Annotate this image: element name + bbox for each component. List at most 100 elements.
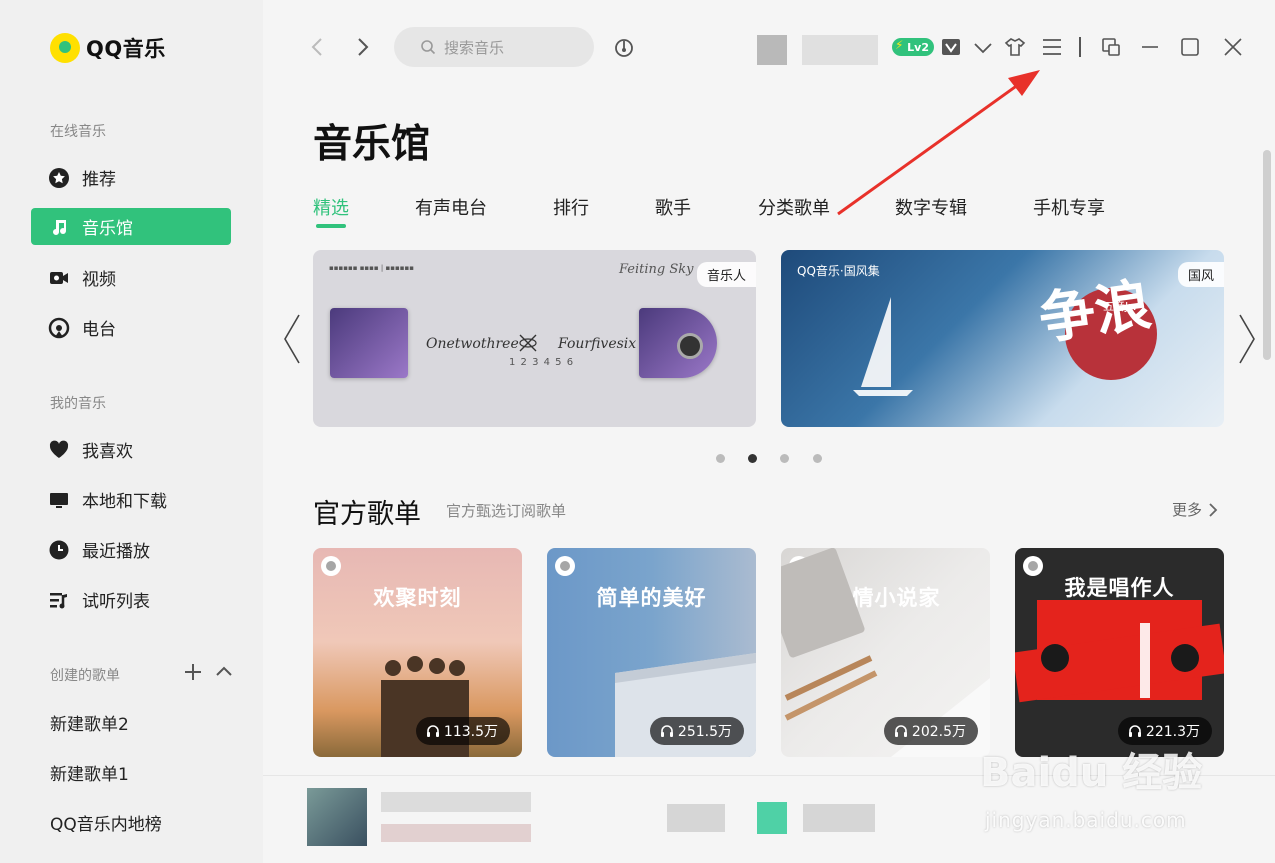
chevron-down-icon[interactable] xyxy=(972,36,994,58)
carousel-dot-active[interactable] xyxy=(748,454,757,463)
banner-tag: 国风 xyxy=(1177,262,1224,287)
tab-featured[interactable]: 精选 xyxy=(313,194,349,220)
more-link[interactable]: 更多 xyxy=(1172,499,1218,520)
minimize-icon[interactable] xyxy=(1139,36,1161,58)
baidu-watermark-url: jingyan.baidu.com xyxy=(985,808,1187,832)
qq-music-badge-icon xyxy=(321,556,341,576)
carousel-prev-icon[interactable] xyxy=(281,313,303,365)
radio-icon xyxy=(48,317,70,339)
banner-tag: 音乐人 xyxy=(696,262,756,287)
mini-mode-icon[interactable] xyxy=(1100,36,1122,58)
headphones-icon xyxy=(894,725,907,737)
skin-tshirt-icon[interactable] xyxy=(1004,36,1026,58)
headphones-icon xyxy=(1128,725,1141,737)
heart-icon xyxy=(48,439,70,461)
play-count: 251.5万 xyxy=(677,724,732,740)
back-arrow-icon[interactable] xyxy=(307,36,329,58)
banner-musician[interactable]: ▪▪▪▪▪▪ ▪▪▪▪ | ▪▪▪▪▪▪ Feiting Sky 音乐人 One… xyxy=(313,250,756,427)
qq-music-badge-icon xyxy=(555,556,575,576)
album-cover-image xyxy=(330,308,408,378)
search-input[interactable]: 搜索音乐 xyxy=(394,27,594,67)
clock-icon xyxy=(48,539,70,561)
maximize-icon[interactable] xyxy=(1179,36,1201,58)
search-icon xyxy=(421,40,436,55)
now-playing-title-blurred[interactable] xyxy=(381,792,531,812)
sidebar-item-video[interactable]: 视频 xyxy=(31,259,231,296)
toolbar-separator xyxy=(1079,37,1081,57)
sailboat-image xyxy=(853,297,913,396)
banner-guofeng[interactable]: QQ音乐·国风集 国风 五音Jw 争浪 xyxy=(781,250,1224,427)
avatar[interactable] xyxy=(757,35,787,65)
sidebar-item-local-downloads[interactable]: 本地和下载 xyxy=(31,481,231,518)
sidebar-item-favorites[interactable]: 我喜欢 xyxy=(31,431,231,468)
forward-arrow-icon[interactable] xyxy=(351,36,373,58)
sidebar-playlist-item[interactable]: QQ音乐内地榜 xyxy=(50,810,162,835)
section-title-official-playlists: 官方歌单 xyxy=(313,499,421,530)
playlist-card[interactable]: 爱情小说家 202.5万 xyxy=(781,548,990,757)
listen-recognize-icon[interactable] xyxy=(613,36,635,58)
play-pause-button[interactable] xyxy=(757,802,787,834)
sidebar-item-label: 视频 xyxy=(82,270,116,290)
video-camera-icon xyxy=(48,267,70,289)
sidebar-playlist-item[interactable]: 新建歌单2 xyxy=(50,710,129,735)
playlist-card[interactable]: 欢聚时刻 113.5万 xyxy=(313,548,522,757)
search-placeholder: 搜索音乐 xyxy=(444,38,505,57)
collapse-chevron-up-icon[interactable] xyxy=(214,662,234,682)
sidebar-item-radio[interactable]: 电台 xyxy=(31,309,231,346)
now-playing-cover[interactable] xyxy=(307,788,367,846)
playlist-card-title: 欢聚时刻 xyxy=(373,586,462,610)
playlist-card[interactable]: 我是唱作人 221.3万 xyxy=(1015,548,1224,757)
banner-script-text: Feiting Sky xyxy=(619,262,694,277)
playlist-card-title: 简单的美好 xyxy=(596,586,707,610)
app-logo-text: QQ音乐 xyxy=(86,37,166,61)
tab-audio-radio[interactable]: 有声电台 xyxy=(415,194,487,220)
sidebar-item-recommend[interactable]: 推荐 xyxy=(31,159,231,196)
sidebar-item-music-hall[interactable]: 音乐馆 xyxy=(31,208,231,245)
close-icon[interactable] xyxy=(1222,36,1244,58)
play-count-badge: 113.5万 xyxy=(415,717,510,745)
carousel-dot[interactable] xyxy=(813,454,822,463)
now-playing-artist-blurred[interactable] xyxy=(381,824,531,842)
tab-digital-albums[interactable]: 数字专辑 xyxy=(895,194,967,220)
star-icon xyxy=(48,167,70,189)
banner-numbers: 1 2 3 4 5 6 xyxy=(509,357,575,368)
chevron-right-icon xyxy=(1209,502,1218,517)
level-badge[interactable]: Lv2 xyxy=(892,38,934,56)
sidebar-item-label: 音乐馆 xyxy=(82,219,133,239)
section-subtitle: 官方甄选订阅歌单 xyxy=(446,502,567,520)
qq-music-logo-icon xyxy=(50,33,80,63)
tab-mobile-exclusive[interactable]: 手机专享 xyxy=(1033,194,1105,220)
section-created-playlists: 创建的歌单 xyxy=(50,668,120,684)
knot-symbol-icon xyxy=(519,334,537,352)
carousel-dot[interactable] xyxy=(780,454,789,463)
tab-singers[interactable]: 歌手 xyxy=(655,194,691,220)
sidebar-item-recent[interactable]: 最近播放 xyxy=(31,531,231,568)
next-track-button[interactable] xyxy=(803,804,875,832)
sidebar-item-label: 最近播放 xyxy=(82,542,150,562)
sidebar-item-trial-list[interactable]: 试听列表 xyxy=(31,581,231,618)
baidu-watermark: Baidu 经验 xyxy=(980,750,1203,796)
vip-icon[interactable] xyxy=(940,36,962,58)
app-logo[interactable]: QQ音乐 xyxy=(50,33,166,63)
add-playlist-icon[interactable] xyxy=(183,662,203,682)
tab-category-playlists[interactable]: 分类歌单 xyxy=(758,194,830,220)
menu-icon[interactable] xyxy=(1041,36,1063,58)
sidebar-item-label: 推荐 xyxy=(82,170,116,190)
music-note-icon xyxy=(48,216,70,238)
playlist-icon xyxy=(48,589,70,611)
prev-track-button[interactable] xyxy=(667,804,725,832)
banner-calligraphy: 争浪 xyxy=(1034,271,1156,353)
sidebar-playlist-item[interactable]: 新建歌单1 xyxy=(50,760,129,785)
headphones-icon xyxy=(660,725,673,737)
username-blurred[interactable] xyxy=(802,35,878,65)
carousel-next-icon[interactable] xyxy=(1236,313,1258,365)
playlist-card[interactable]: 简单的美好 251.5万 xyxy=(547,548,756,757)
sidebar-item-label: 电台 xyxy=(82,320,116,340)
carousel-dot[interactable] xyxy=(716,454,725,463)
sidebar-item-label: 我喜欢 xyxy=(82,442,133,462)
tab-charts[interactable]: 排行 xyxy=(553,194,589,220)
section-my-music: 我的音乐 xyxy=(50,396,106,412)
page-title: 音乐馆 xyxy=(313,122,431,167)
vertical-scrollbar[interactable] xyxy=(1263,150,1271,360)
play-count: 202.5万 xyxy=(911,724,966,740)
